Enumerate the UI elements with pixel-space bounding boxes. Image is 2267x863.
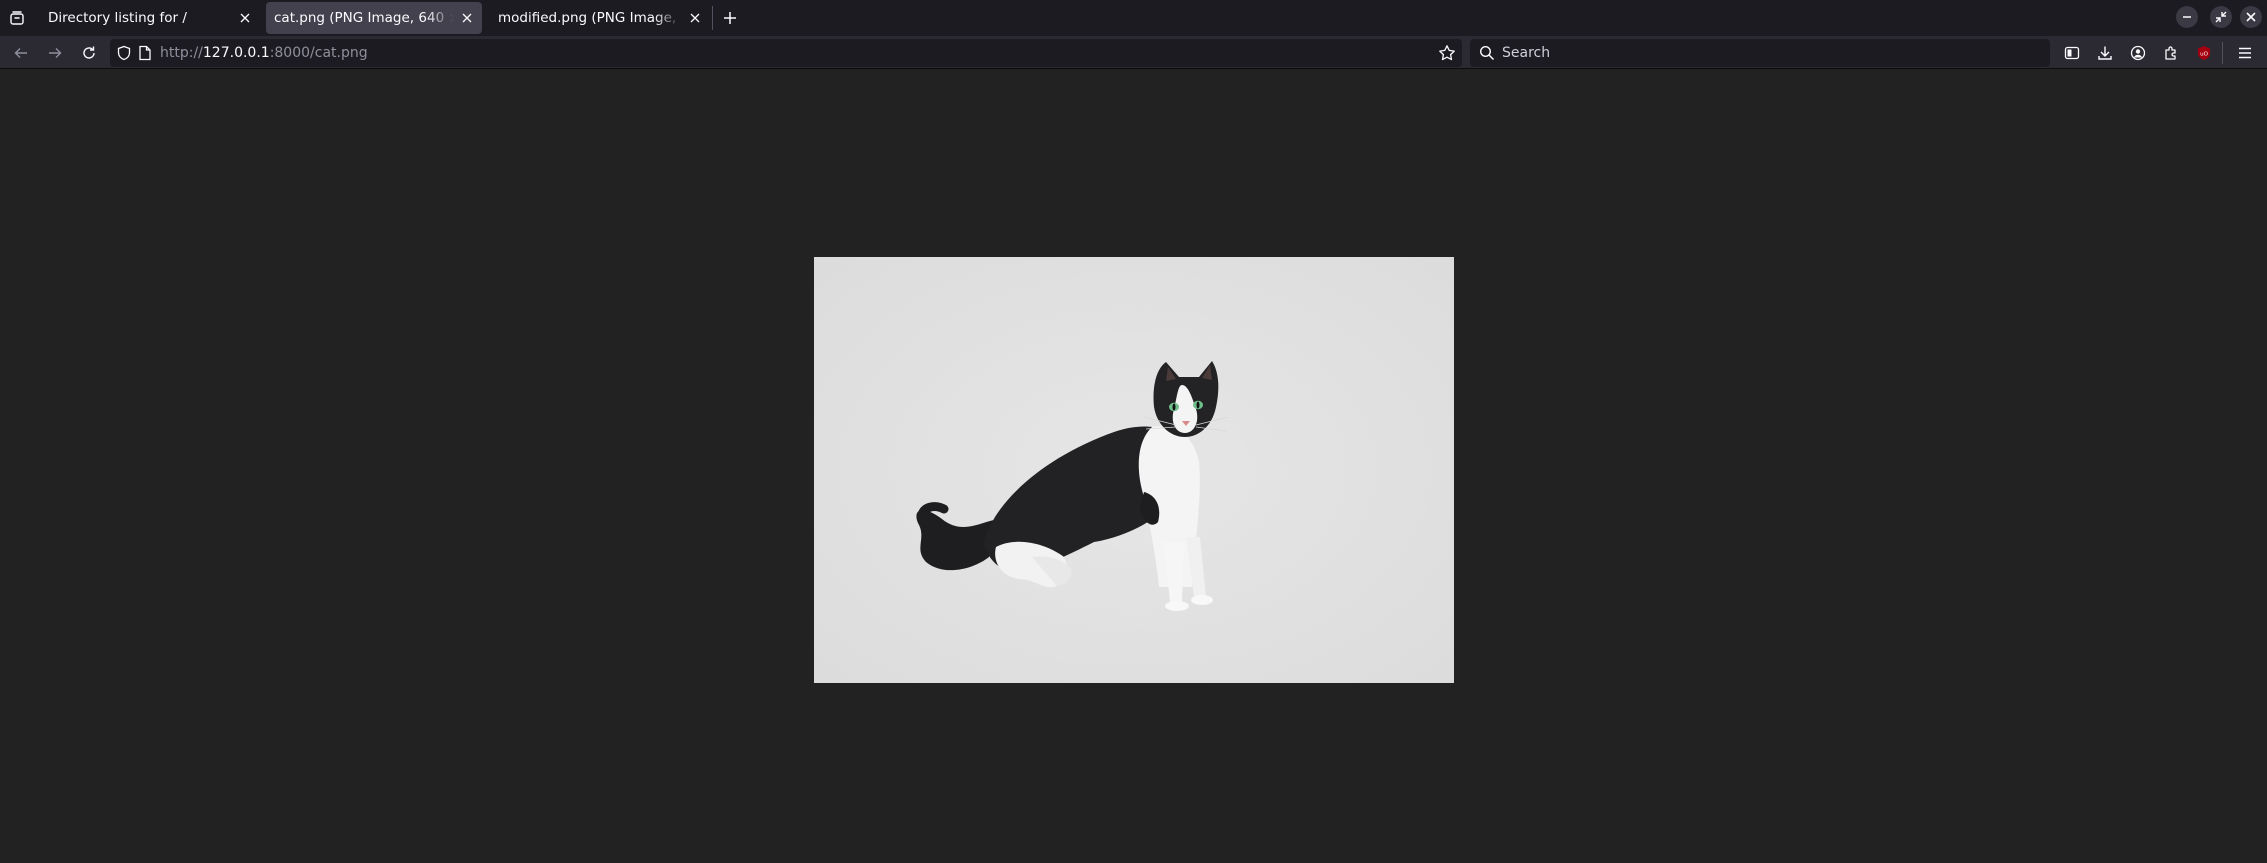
reload-icon bbox=[81, 45, 97, 61]
close-icon bbox=[462, 13, 472, 23]
page-content bbox=[0, 70, 2267, 863]
minimize-icon bbox=[2182, 12, 2192, 22]
cat-picture bbox=[814, 257, 1454, 683]
extensions-icon bbox=[2163, 45, 2179, 61]
extensions-button[interactable] bbox=[2159, 41, 2183, 65]
search-bar[interactable]: Search bbox=[1470, 39, 2050, 67]
navigation-toolbar: http://127.0.0.1:8000/cat.png Search uO bbox=[0, 36, 2267, 69]
url-scheme: http:// bbox=[160, 45, 203, 61]
sidebar-button[interactable] bbox=[2060, 41, 2084, 65]
reload-button[interactable] bbox=[76, 40, 102, 66]
search-placeholder: Search bbox=[1502, 45, 1551, 61]
back-button[interactable] bbox=[8, 40, 34, 66]
ublock-origin-icon: uO bbox=[2196, 45, 2212, 61]
tab-title: Directory listing for / bbox=[48, 10, 187, 26]
url-text[interactable]: http://127.0.0.1:8000/cat.png bbox=[160, 45, 368, 61]
tab-bar: Directory listing for / cat.png (PNG Ima… bbox=[0, 0, 2267, 36]
tab-title: cat.png (PNG Image, 640 × 426 pixels) bbox=[274, 10, 454, 26]
tab-close-button[interactable] bbox=[686, 9, 704, 27]
back-arrow-icon bbox=[13, 45, 29, 61]
downloads-button[interactable] bbox=[2093, 41, 2117, 65]
account-icon bbox=[2130, 45, 2146, 61]
tab-title: modified.png (PNG Image, 640 × 426 pixel… bbox=[498, 10, 682, 26]
forward-button[interactable] bbox=[42, 40, 68, 66]
svg-text:uO: uO bbox=[2200, 52, 2208, 58]
search-icon bbox=[1479, 45, 1495, 61]
tab-close-button[interactable] bbox=[458, 9, 476, 27]
tab-separator bbox=[712, 6, 713, 30]
minimize-button[interactable] bbox=[2176, 6, 2198, 28]
account-button[interactable] bbox=[2126, 41, 2150, 65]
tab-list-button[interactable] bbox=[0, 0, 34, 36]
menu-button[interactable] bbox=[2233, 41, 2257, 65]
close-window-button[interactable] bbox=[2240, 6, 2262, 28]
new-tab-button[interactable] bbox=[718, 6, 742, 30]
toolbar-separator bbox=[2222, 42, 2223, 64]
tab-list-icon bbox=[9, 10, 25, 26]
tab-close-button[interactable] bbox=[236, 9, 254, 27]
tab-directory-listing[interactable]: Directory listing for / bbox=[40, 2, 260, 34]
address-bar[interactable]: http://127.0.0.1:8000/cat.png bbox=[110, 39, 1462, 67]
tab-modified-png[interactable]: modified.png (PNG Image, 640 × 426 pixel… bbox=[490, 2, 710, 34]
sidebar-icon bbox=[2064, 45, 2080, 61]
url-host: 127.0.0.1 bbox=[202, 45, 270, 61]
close-icon bbox=[2246, 12, 2256, 22]
url-path: :8000/cat.png bbox=[269, 45, 368, 61]
page-icon[interactable] bbox=[138, 45, 152, 61]
plus-icon bbox=[723, 11, 737, 25]
close-icon bbox=[690, 13, 700, 23]
hamburger-menu-icon bbox=[2237, 45, 2253, 61]
bookmark-star-icon[interactable] bbox=[1438, 44, 1456, 62]
restore-button[interactable] bbox=[2210, 6, 2232, 28]
downloads-icon bbox=[2097, 45, 2113, 61]
close-icon bbox=[240, 13, 250, 23]
tracking-protection-icon[interactable] bbox=[116, 45, 132, 61]
tab-cat-png[interactable]: cat.png (PNG Image, 640 × 426 pixels) bbox=[266, 2, 482, 34]
ublock-origin-button[interactable]: uO bbox=[2192, 41, 2216, 65]
restore-icon bbox=[2215, 11, 2227, 23]
forward-arrow-icon bbox=[47, 45, 63, 61]
cat-image[interactable] bbox=[814, 257, 1454, 683]
